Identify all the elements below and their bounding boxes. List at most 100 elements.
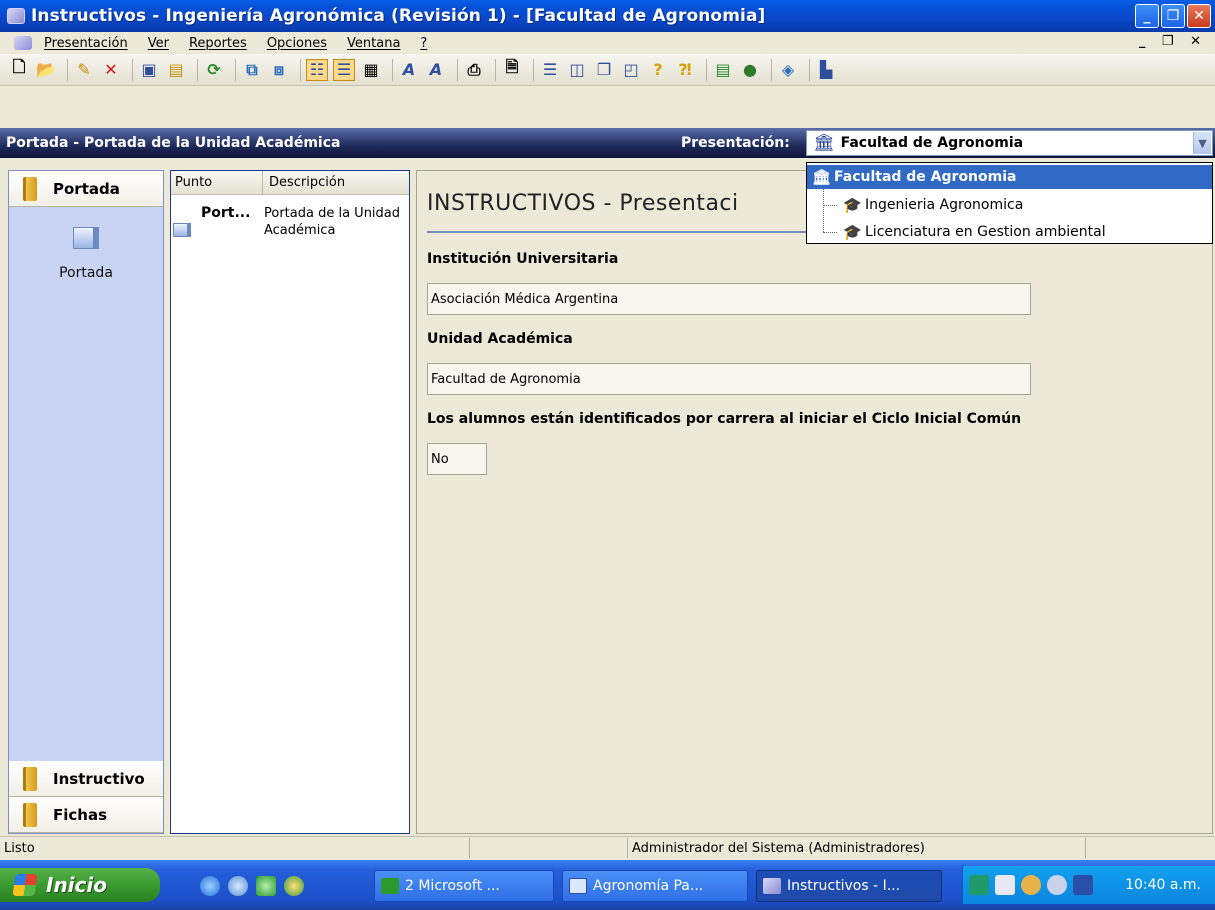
cascade-icon[interactable]: ❐ — [593, 59, 615, 81]
toolbar-separator — [392, 58, 393, 81]
toolbar-separator — [132, 58, 133, 81]
save-icon[interactable]: ▣ — [138, 59, 160, 81]
presentacion-dropdown: 🏛 Facultad de Agronomia 🎓 Ingenieria Agr… — [806, 162, 1213, 244]
font-icon[interactable]: A — [398, 59, 420, 81]
tree-view-icon[interactable]: ☷ — [306, 58, 328, 81]
pc-icon[interactable] — [1073, 875, 1093, 895]
building-icon[interactable] — [995, 875, 1015, 895]
detail-view-icon[interactable]: ▦ — [360, 59, 382, 81]
clock: 10:40 a.m. — [1125, 877, 1201, 893]
toolbar-separator — [495, 58, 496, 81]
copy-icon[interactable]: ⧉ — [241, 59, 263, 81]
window-controls: _ ❐ ✕ — [1135, 4, 1211, 28]
paste-icon[interactable]: ⧈ — [268, 59, 290, 81]
chevron-down-icon[interactable]: ▼ — [1193, 132, 1211, 154]
explorer-icon[interactable] — [228, 876, 248, 896]
taskbar-item-microsoft[interactable]: 2 Microsoft ... — [374, 870, 554, 902]
new-icon[interactable]: 🗋 — [8, 57, 30, 81]
nav-item-portada[interactable]: Portada — [9, 227, 163, 281]
settings-icon[interactable] — [1021, 875, 1041, 895]
page-icon — [73, 227, 99, 249]
taskbar-item-agronomia[interactable]: Agronomía Pa... — [562, 870, 748, 902]
presentacion-label: Presentación: — [681, 135, 790, 151]
document-icon[interactable] — [14, 36, 32, 50]
mdi-window-controls[interactable]: _ ❐ ✕ — [1139, 34, 1207, 49]
presentacion-combo[interactable]: 🏛 Facultad de Agronomia ▼ — [806, 130, 1213, 156]
list-item-punto: Port... — [201, 205, 251, 221]
option-ingenieria[interactable]: 🎓 Ingenieria Agronomica — [807, 193, 1212, 217]
minimize-button[interactable]: _ — [1135, 4, 1159, 28]
menu-help[interactable]: ? — [420, 36, 427, 51]
maximize-button[interactable]: ❐ — [1161, 4, 1185, 28]
app-launcher-icon[interactable] — [256, 876, 276, 896]
field-alumnos[interactable]: No — [427, 443, 487, 475]
app-icon — [763, 878, 781, 894]
globe-icon[interactable] — [284, 876, 304, 896]
globe-icon[interactable]: ● — [739, 59, 761, 81]
help-icon[interactable]: ? — [647, 59, 669, 81]
page-icon — [173, 223, 191, 237]
document-icon[interactable]: 🗎 — [501, 57, 523, 81]
taskbar-item-label: 2 Microsoft ... — [405, 878, 500, 894]
field-unidad[interactable]: Facultad de Agronomia — [427, 363, 1031, 395]
font-color-icon[interactable]: A — [425, 59, 447, 81]
toolbar-separator — [67, 58, 68, 81]
start-button[interactable]: Inicio — [0, 868, 160, 902]
delete-icon[interactable]: ✕ — [100, 59, 122, 81]
field-institucion[interactable]: Asociación Médica Argentina — [427, 283, 1031, 315]
toolbar-separator — [457, 58, 458, 81]
menu-ver[interactable]: Ver — [148, 36, 169, 51]
combo-selected-value: Facultad de Agronomia — [840, 135, 1024, 151]
column-header-descripcion[interactable]: Descripción — [263, 175, 345, 190]
window-icon[interactable]: ◰ — [620, 59, 642, 81]
graduation-icon: 🎓 — [843, 223, 862, 241]
word-icon — [569, 878, 587, 894]
folder-icon — [23, 176, 37, 201]
report-icon[interactable]: ▤ — [712, 59, 734, 81]
nav-group-portada[interactable]: Portada — [9, 171, 163, 207]
edit-icon[interactable]: ✎ — [73, 59, 95, 81]
menu-reportes[interactable]: Reportes — [189, 36, 247, 51]
window-title: Instructivos - Ingeniería Agronómica (Re… — [31, 6, 766, 26]
column-header-punto[interactable]: Punto — [171, 170, 263, 195]
close-button[interactable]: ✕ — [1187, 4, 1211, 28]
status-panel — [1085, 838, 1215, 858]
field-label-unidad: Unidad Académica — [427, 331, 573, 347]
status-text: Listo — [4, 840, 35, 856]
context-help-icon[interactable]: ⁈ — [674, 59, 696, 81]
menu-ventana[interactable]: Ventana — [347, 36, 400, 51]
list-header: Punto Descripción — [171, 170, 409, 195]
list-view-icon[interactable]: ☰ — [333, 58, 355, 81]
windows-logo-icon — [12, 874, 38, 896]
volume-icon[interactable] — [1047, 875, 1067, 895]
nav-group-instructivo[interactable]: Instructivo — [9, 761, 163, 797]
nav-group-fichas[interactable]: Fichas — [9, 797, 163, 833]
menu-presentacion[interactable]: Presentación — [44, 36, 128, 51]
diamond-icon[interactable]: ◈ — [777, 59, 799, 81]
toolbar-separator — [533, 58, 534, 81]
folder-icon — [23, 766, 37, 791]
toolbar-separator — [300, 58, 301, 81]
nav-group-label: Fichas — [53, 805, 108, 824]
open-icon[interactable]: 📂 — [35, 59, 57, 81]
browser-icon[interactable] — [200, 876, 220, 896]
breadcrumb: Portada - Portada de la Unidad Académica — [6, 135, 341, 151]
option-label: Ingenieria Agronomica — [865, 197, 1024, 213]
exit-icon[interactable]: ▙ — [815, 59, 837, 81]
taskbar-item-instructivos[interactable]: Instructivos - I... — [756, 870, 942, 902]
building-icon: 🏛 — [813, 133, 835, 153]
content-panel: INSTRUCTIVOS - Presentaci Institución Un… — [416, 170, 1213, 834]
split-horizontal-icon[interactable]: ☰ — [539, 59, 561, 81]
option-licenciatura[interactable]: 🎓 Licenciatura en Gestion ambiental — [807, 220, 1212, 244]
split-vertical-icon[interactable]: ◫ — [566, 59, 588, 81]
menu-opciones[interactable]: Opciones — [267, 36, 327, 51]
refresh-icon[interactable]: ⟳ — [203, 59, 225, 81]
print-icon[interactable]: ⎙ — [463, 59, 485, 81]
network-icon[interactable] — [969, 875, 989, 895]
status-user: Administrador del Sistema (Administrador… — [627, 838, 1085, 858]
option-label: Facultad de Agronomia — [834, 169, 1017, 185]
toolbar-separator — [197, 58, 198, 81]
option-facultad[interactable]: 🏛 Facultad de Agronomia — [807, 165, 1212, 189]
menu-bar: Presentación Ver Reportes Opciones Venta… — [0, 32, 1215, 54]
export-icon[interactable]: ▤ — [165, 59, 187, 81]
